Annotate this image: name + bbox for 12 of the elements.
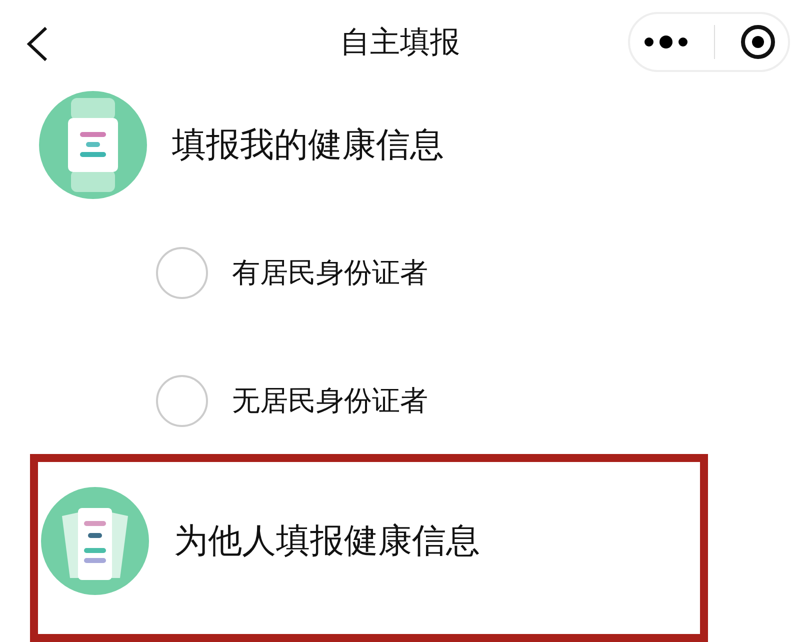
form-icon [40, 486, 150, 596]
radio-button[interactable] [156, 375, 208, 427]
radio-button[interactable] [156, 247, 208, 299]
more-icon[interactable] [642, 34, 688, 50]
option-label[interactable]: 无居民身份证者 [232, 380, 428, 422]
back-icon[interactable] [24, 24, 50, 64]
option-label[interactable]: 有居民身份证者 [232, 252, 428, 294]
page-title: 自主填报 [340, 28, 460, 58]
form-icon [38, 90, 148, 200]
section-title[interactable]: 为他人填报健康信息 [174, 516, 480, 566]
close-target-icon[interactable] [740, 24, 776, 60]
section-title[interactable]: 填报我的健康信息 [172, 120, 444, 170]
